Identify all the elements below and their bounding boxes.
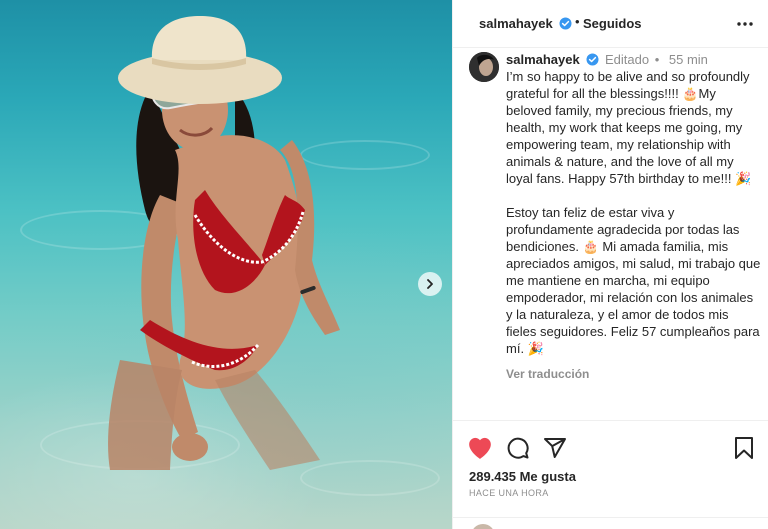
carousel-next-button[interactable] — [418, 272, 442, 296]
post-age: 55 min — [668, 52, 708, 67]
post-timestamp[interactable]: HACE UNA HORA — [469, 488, 549, 498]
see-translation-link[interactable]: Ver traducción — [506, 366, 762, 383]
likes-count[interactable]: 289.435 Me gusta — [469, 469, 576, 484]
add-comment-avatar — [471, 524, 495, 529]
caption-section: salmahayek Editado • 55 min I’m so happy… — [453, 48, 768, 420]
comment-bubble-icon[interactable] — [506, 436, 530, 460]
heart-filled-icon[interactable] — [467, 436, 493, 460]
header-username-text[interactable]: salmahayek — [479, 16, 553, 31]
add-comment-divider — [453, 517, 768, 518]
post-header: salmahayek • Seguidos — [453, 0, 768, 48]
verified-badge-icon — [559, 17, 572, 30]
header-separator: • — [575, 14, 580, 29]
meta-separator: • — [654, 52, 660, 67]
caption-header: salmahayek Editado • 55 min — [506, 51, 762, 68]
action-bar: 289.435 Me gusta HACE UNA HORA — [453, 420, 768, 529]
caption-text-spanish: Estoy tan feliz de estar viva y profunda… — [506, 205, 764, 356]
caption-gap — [506, 187, 762, 204]
edited-label: Editado — [604, 52, 650, 67]
caption-text-english: I’m so happy to be alive and so profound… — [506, 69, 754, 186]
post-side-panel: salmahayek • Seguidos salmahayek Editado… — [452, 0, 768, 529]
chevron-right-icon — [427, 279, 433, 289]
following-button[interactable]: Seguidos — [583, 16, 642, 31]
caption-body: salmahayek Editado • 55 min I’m so happy… — [506, 51, 762, 383]
post-photo[interactable] — [0, 0, 452, 529]
profile-picture — [469, 52, 499, 82]
more-horizontal-icon[interactable] — [735, 14, 755, 34]
paper-plane-icon[interactable] — [543, 436, 567, 460]
verified-badge-icon — [586, 53, 599, 66]
caption-username[interactable]: salmahayek — [506, 52, 580, 67]
bookmark-icon[interactable] — [733, 436, 755, 460]
header-username[interactable]: salmahayek — [479, 16, 572, 31]
avatar[interactable] — [469, 52, 499, 82]
woman-in-water-illustration — [108, 16, 340, 470]
